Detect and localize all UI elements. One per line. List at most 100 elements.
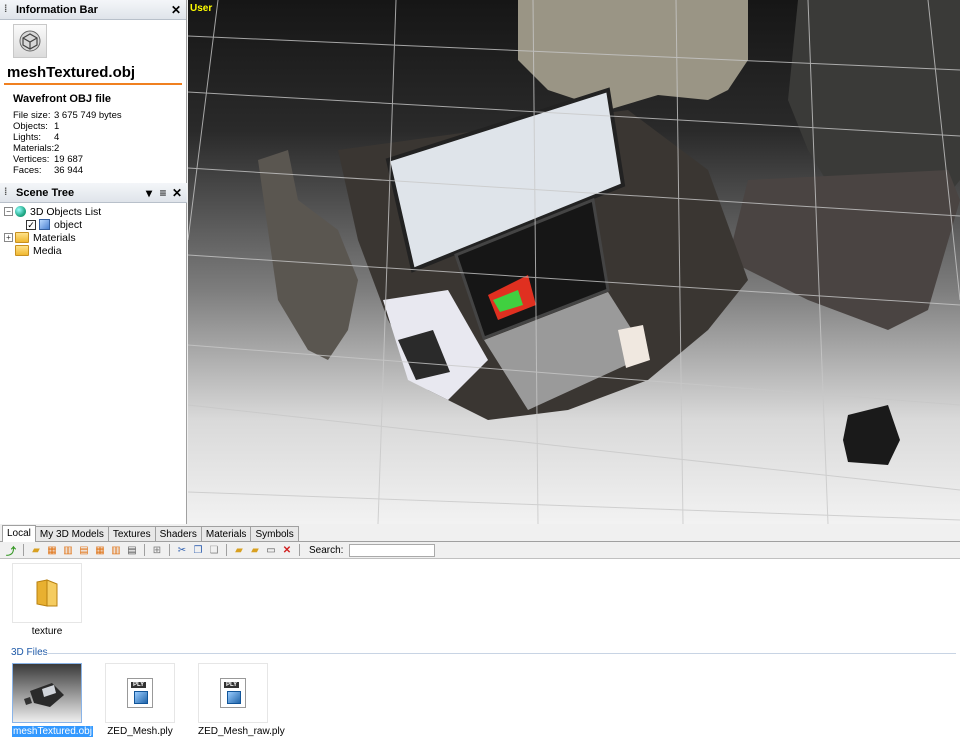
stat-key: Materials: [13,143,55,154]
file-label: ZED_Mesh_raw.ply [198,726,285,737]
open-icon[interactable]: ▰ [232,544,246,557]
file-label-wrap: meshTextured.obj [12,726,93,737]
stat-value: 2 [54,143,60,154]
stat-key: Objects: [13,121,48,132]
viewport-scene [188,0,960,524]
tab-my-3d-models[interactable]: My 3D Models [34,526,109,541]
stat-row: File size: 3 675 749 bytes [13,110,182,121]
tab-textures[interactable]: Textures [107,526,156,541]
stat-key: Vertices: [13,154,50,165]
toolbar-separator [144,544,145,556]
tree-item-label: Materials [33,231,76,244]
file-item-meshtextured[interactable]: meshTextured.obj [12,663,93,737]
close-icon[interactable]: ✕ [171,186,183,200]
globe-icon [15,206,26,217]
grid-icon[interactable]: ⊞ [150,544,164,557]
import-icon[interactable]: ▰ [248,544,262,557]
file-type: Wavefront OBJ file [13,93,111,105]
cube-icon [39,219,50,230]
close-icon[interactable]: ✕ [170,3,182,17]
tab-local[interactable]: Local [2,525,36,542]
folder-icon [15,245,29,256]
visibility-checkbox[interactable]: ✓ [26,219,36,230]
mesh-left-wall [258,150,358,360]
stat-value: 4 [54,132,60,143]
file-thumbnail: PLY [198,663,268,723]
tree-item-label: 3D Objects List [30,205,102,218]
mesh-back-wall [518,0,748,110]
file-item-zed-mesh-raw[interactable]: PLY ZED_Mesh_raw.ply [198,663,285,737]
tab-symbols[interactable]: Symbols [250,526,299,541]
asset-browser: Local My 3D Models Textures Shaders Mate… [0,524,960,751]
folder-label: texture [31,626,63,637]
3d-viewport[interactable]: User [188,0,960,524]
view-medium-icon[interactable]: ▥ [61,544,75,557]
toolbar-separator [23,544,24,556]
stat-row: Lights: 4 [13,132,182,143]
scene-tree-title: Scene Tree [16,186,75,199]
search-label: Search: [309,544,344,556]
paste-icon[interactable]: ❏ [207,544,221,557]
tree-item-object[interactable]: ✓ object [4,218,183,231]
browser-tabs: Local My 3D Models Textures Shaders Mate… [0,524,960,542]
file-label: ZED_Mesh.ply [107,726,173,737]
file-thumbnails: texture 3D Files meshTextured.obj PLY ZE… [0,559,960,748]
browser-toolbar: ⤴ ▰ ▦ ▥ ▤ ▦ ▥ ▤ ⊞ ✂ ❐ ❏ ▰ ▰ ▭ ✕ Search: [0,542,960,559]
scene-tree: − 3D Objects List ✓ object + Materials M… [0,203,187,259]
folder-item-texture[interactable]: texture [12,563,82,637]
view-details-icon[interactable]: ▥ [109,544,123,557]
info-bar-header: ⁞ Information Bar ✕ [0,0,186,20]
copy-icon[interactable]: ❐ [191,544,205,557]
tree-item-objects-list[interactable]: − 3D Objects List [4,205,183,218]
stat-row: Vertices: 19 687 [13,154,182,165]
section-divider [46,653,956,654]
folder-icon [15,232,29,243]
ply-file-icon: PLY [220,678,246,708]
rename-icon[interactable]: ▭ [264,544,278,557]
tree-item-label: Media [33,244,62,257]
view-small-icon[interactable]: ▤ [77,544,91,557]
toolbar-separator [169,544,170,556]
section-label: 3D Files [11,647,48,658]
stat-row: Faces: 36 944 [13,165,182,176]
tab-materials[interactable]: Materials [200,526,252,541]
dropdown-icon[interactable]: ▾ [143,186,155,200]
expand-icon[interactable]: + [4,233,13,242]
menu-icon[interactable]: ≡ [157,186,169,200]
folder-thumbnail [12,563,82,623]
viewport-camera-label[interactable]: User [190,3,212,14]
tree-item-media[interactable]: Media [4,244,183,257]
search-input[interactable] [349,543,436,557]
tree-item-label: object [54,218,83,231]
toolbar-separator [226,544,227,556]
file-name: meshTextured.obj [4,64,182,85]
stat-key: Faces: [13,165,42,176]
grip-icon[interactable]: ⁞ [4,187,12,198]
file-stats: File size: 3 675 749 bytes Objects: 1 Ligh… [13,110,182,176]
folder-icon [36,579,58,607]
delete-icon[interactable]: ✕ [280,544,294,557]
mesh-preview-icon [24,683,64,707]
stat-key: File size: [13,110,51,121]
tab-shaders[interactable]: Shaders [154,526,202,541]
cut-icon[interactable]: ✂ [175,544,189,557]
view-list-icon[interactable]: ▦ [93,544,107,557]
grip-icon[interactable]: ⁞ [4,4,12,15]
view-large-icon[interactable]: ▦ [45,544,59,557]
toolbar-separator [299,544,300,556]
file-thumbnail: PLY [105,663,175,723]
collapse-icon[interactable]: − [4,207,13,216]
mesh-right-shelf [728,170,960,330]
stat-row: Objects: 1 [13,121,182,132]
stat-value: 3 675 749 bytes [54,110,122,121]
ply-file-icon: PLY [127,678,153,708]
file-item-zed-mesh[interactable]: PLY ZED_Mesh.ply [105,663,175,737]
file-thumbnail [12,663,82,723]
file-thumbnail-icon [13,24,47,58]
new-folder-icon[interactable]: ▰ [29,544,43,557]
tree-item-materials[interactable]: + Materials [4,231,183,244]
view-tiles-icon[interactable]: ▤ [125,544,139,557]
up-folder-icon[interactable]: ⤴ [4,544,18,558]
stat-value: 1 [54,121,60,132]
scene-tree-panel: ⁞ Scene Tree ▾ ≡ ✕ − 3D Objects List ✓ o… [0,183,187,259]
